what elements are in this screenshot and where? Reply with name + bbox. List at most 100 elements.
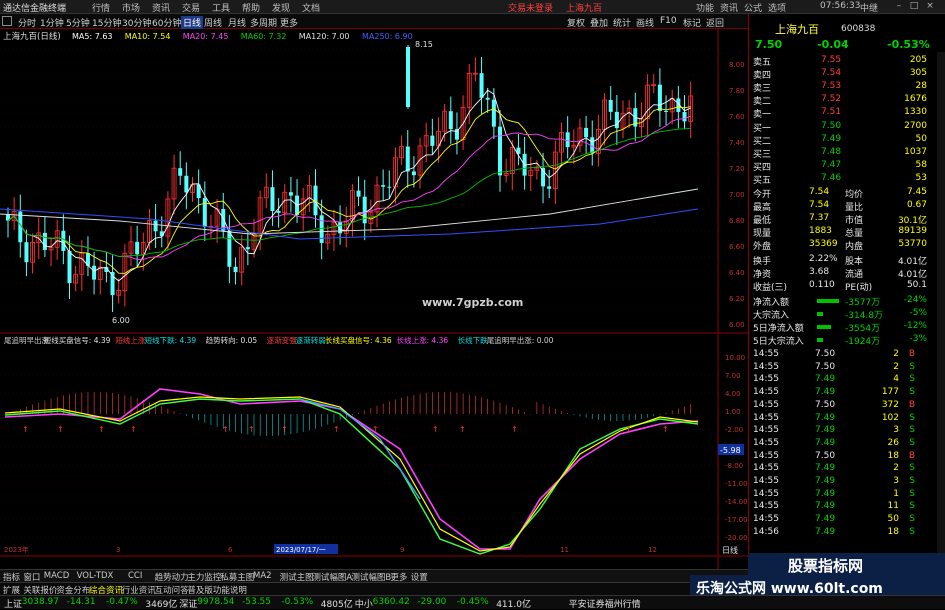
tool-fanhui[interactable]: 返回: [706, 16, 724, 29]
period-30min[interactable]: 30分钟: [122, 16, 151, 29]
close-icon[interactable]: ×: [924, 1, 936, 12]
tool-biaoji[interactable]: 标记: [683, 16, 701, 29]
watermark: www.7gpzb.com: [422, 296, 523, 309]
tick-side: S: [909, 374, 915, 385]
stat-value: 7.37: [809, 213, 830, 223]
brand-line1: 股票指标网: [788, 557, 864, 575]
ask-volume: 28: [915, 81, 927, 91]
back-icon[interactable]: [2, 16, 12, 26]
menu-xuanxiang[interactable]: 选项: [768, 1, 786, 14]
bid-row: 买二 7.49 50: [749, 133, 939, 147]
period-5min[interactable]: 5分钟: [66, 16, 90, 29]
menu-jiaoyi[interactable]: 交易: [182, 1, 200, 14]
tool-diejia[interactable]: 叠加: [590, 16, 608, 29]
maximize-icon[interactable]: □: [908, 1, 920, 12]
indicator-tick: 7.00: [725, 372, 741, 380]
menu-gongju[interactable]: 工具: [212, 1, 230, 14]
indicator-tick: -2.00: [725, 426, 743, 434]
indicator-tick: -14.00: [725, 498, 748, 506]
stock-code: 600838: [841, 24, 876, 34]
candle-body: [135, 241, 140, 255]
tick-price: 7.49: [815, 387, 836, 398]
period-1min[interactable]: 1分钟: [40, 16, 64, 29]
tick-volume: 18: [887, 526, 899, 537]
ask-row: 卖三 7.53 28: [749, 80, 939, 94]
menu-gongneng[interactable]: 功能: [696, 1, 714, 14]
candle-body: [608, 99, 613, 112]
x-axis-label: 6: [228, 546, 233, 554]
indicator-tab[interactable]: MA2: [253, 571, 272, 581]
candle-body: [42, 232, 47, 250]
menu-gongshi[interactable]: 公式: [744, 1, 762, 14]
candle-body: [184, 175, 189, 193]
stat-row: 今开 7.54 均价 7.45: [749, 186, 939, 200]
menu-zixun2[interactable]: 资讯: [720, 1, 738, 14]
right-scroll-tabs[interactable]: [937, 52, 945, 572]
index-value: -53.55: [242, 597, 272, 607]
menu-wendang[interactable]: 文档: [302, 1, 320, 14]
bid-price: 7.46: [821, 173, 842, 183]
stat-row: 外盘 35369 内盘 53770: [749, 238, 939, 252]
signal-arrow: ↑: [22, 425, 29, 434]
bid-row: 买一 7.50 2700: [749, 120, 939, 134]
trade-login-link[interactable]: 交易未登录: [508, 1, 553, 14]
period-monthly[interactable]: 月线: [228, 16, 246, 29]
tick-price: 7.49: [815, 425, 836, 436]
ma-label: MA120: 7.00: [299, 32, 350, 41]
candle-body: [202, 198, 207, 228]
stat-row: 净资 3.68 流通 4.01亿: [749, 266, 939, 280]
period-fenshi[interactable]: 分时: [18, 16, 36, 29]
signal-arrow: ↑: [333, 425, 340, 434]
indicator-tick: 1.00: [725, 408, 741, 416]
tool-f10[interactable]: F10: [660, 16, 677, 26]
indicator-tick: -17.00: [725, 516, 748, 524]
period-more[interactable]: 更多: [280, 16, 298, 29]
tick-time: 14:55: [753, 387, 779, 398]
menu-zixun[interactable]: 资讯: [152, 1, 170, 14]
indicator-tab[interactable]: CCI: [128, 571, 142, 581]
bid-row: 买四 7.47 58: [749, 159, 939, 173]
kline-chart-area[interactable]: ↑ ↑ ↑ ↑ ↑ ↑ ↑ ↑ ↑ ↑ ↑ ↑ ↑ ↑ 8.00 7.80 7.60 7.40 7.20 7.00 6…: [0, 29, 748, 584]
flow-row: 大宗流入 -314.8万 -5%: [749, 307, 939, 321]
tool-huaxian[interactable]: 画线: [636, 16, 654, 29]
period-daily[interactable]: 日线: [181, 16, 204, 29]
quote-sidebar: 上海九百 600838 7.50 -0.04 -0.53% 卖五 7.55 205 卖…: [748, 14, 945, 584]
tick-time: 14:55: [753, 463, 779, 474]
period-15min[interactable]: 15分钟: [92, 16, 121, 29]
stat-label: 内盘: [845, 242, 864, 252]
candle-body: [547, 186, 552, 189]
tick-side: S: [909, 463, 915, 474]
signal-arrow: ↑: [625, 425, 632, 434]
period-multi[interactable]: 多周期: [250, 16, 277, 29]
tool-fuquan[interactable]: 复权: [567, 16, 585, 29]
menu-shichang[interactable]: 市场: [122, 1, 140, 14]
menu-faxian[interactable]: 发现: [272, 1, 290, 14]
signal-arrow: ↑: [662, 425, 669, 434]
price-tick: 6.20: [729, 295, 745, 303]
indicator-tab[interactable]: MACD: [44, 571, 69, 581]
tick-price: 7.50: [815, 450, 836, 461]
bid-price: 7.48: [821, 147, 842, 157]
tick-row: 14:55 7.49 1 S: [749, 488, 939, 501]
candle-body: [92, 265, 97, 280]
brand-banner-top: 股票指标网: [748, 553, 945, 575]
ask-row: 卖二 7.52 1676: [749, 93, 939, 107]
tick-volume: 2: [893, 361, 899, 372]
menu-hangqing[interactable]: 行情: [92, 1, 110, 14]
period-weekly[interactable]: 周线: [204, 16, 222, 29]
bid-label: 买五: [753, 176, 772, 186]
tick-row: 14:55 7.49 3 S: [749, 424, 939, 437]
tick-volume: 1: [893, 488, 899, 499]
candle-body: [430, 135, 435, 146]
minimize-icon[interactable]: –: [893, 1, 905, 12]
indicator-tab[interactable]: VOL-TDX: [77, 571, 114, 581]
tick-price: 7.49: [815, 437, 836, 448]
tool-tongji[interactable]: 统计: [613, 16, 631, 29]
price-tick: 7.80: [729, 87, 745, 95]
tick-price: 7.50: [815, 349, 836, 359]
period-60min[interactable]: 60分钟: [152, 16, 181, 29]
indicator-legend: 尾追明早出涨短线买盘信号: 4.39 短线上涨 短线下跌: 4.39 趋势转向: 0.…: [4, 335, 554, 345]
low-price-label: 6.00: [112, 316, 130, 325]
menu-bangzhu[interactable]: 帮助: [242, 1, 260, 14]
candle-body: [491, 99, 496, 127]
